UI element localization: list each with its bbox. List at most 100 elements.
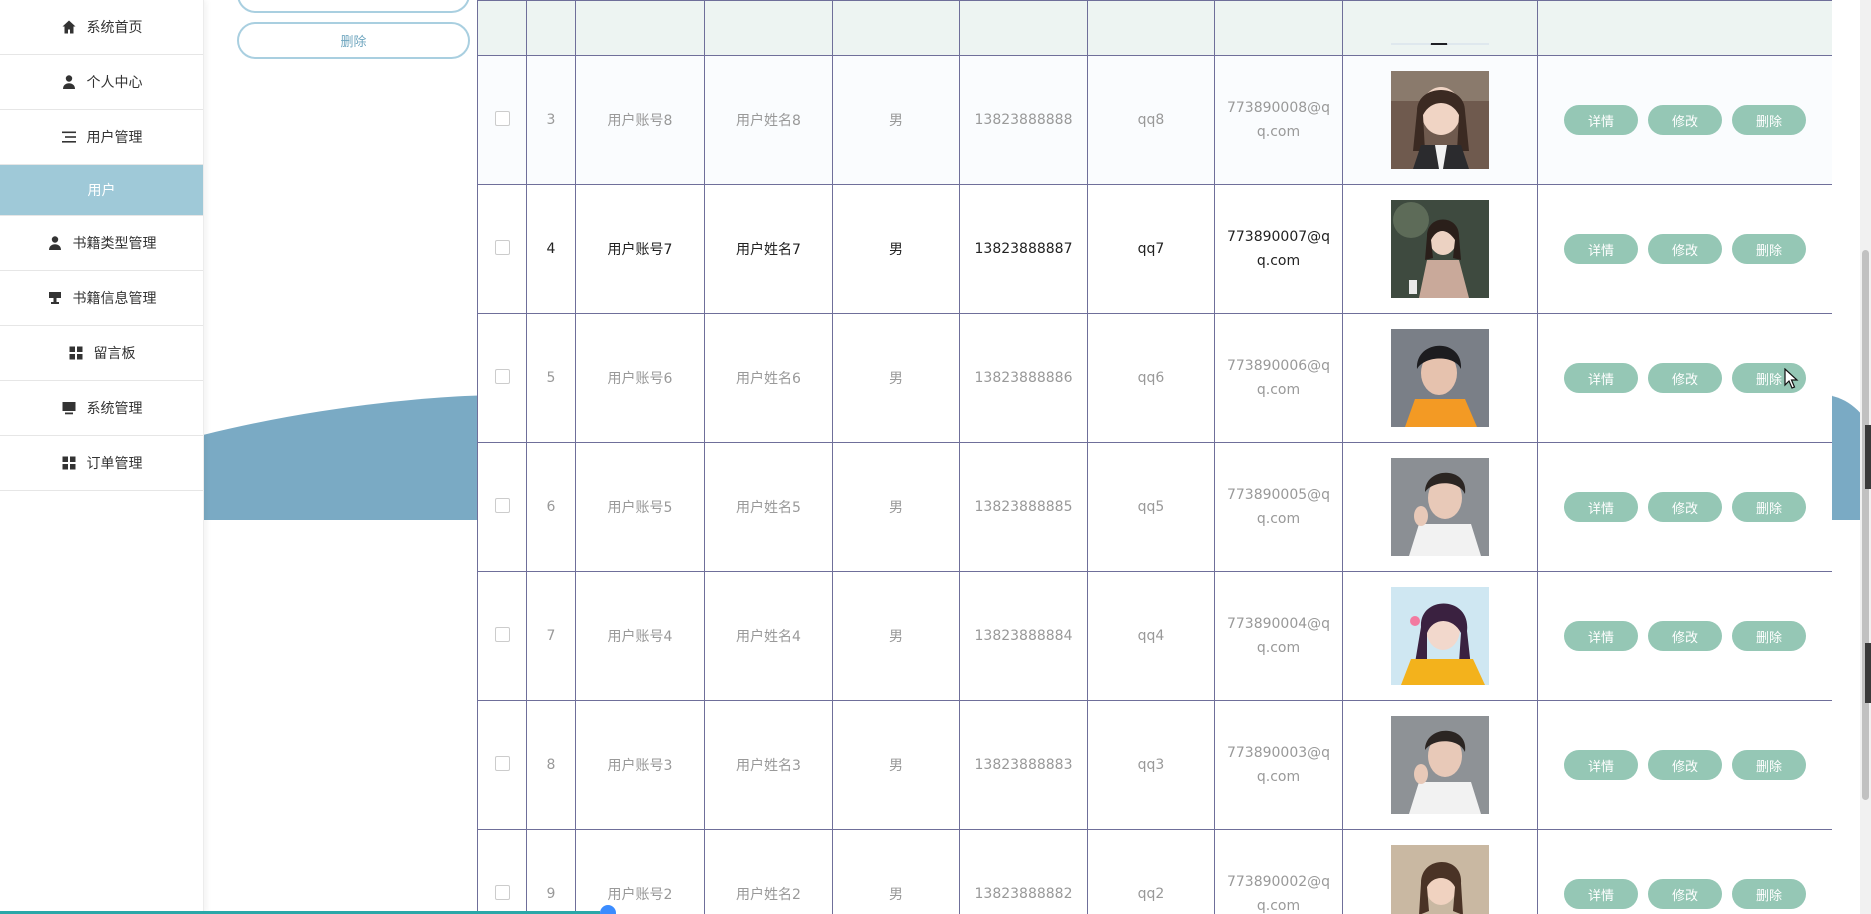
- row-checkbox[interactable]: [494, 110, 510, 126]
- detail-label: 详情: [1587, 501, 1614, 517]
- delete-button[interactable]: 删除: [1732, 621, 1806, 651]
- batch-delete-label: 删除: [340, 35, 367, 50]
- row-checkbox[interactable]: [494, 368, 510, 384]
- delete-label: 删除: [1755, 243, 1782, 259]
- mouse-cursor-icon: [1784, 367, 1800, 390]
- row-checkbox[interactable]: [494, 626, 510, 642]
- user-email: 773890008@qq.com: [1226, 100, 1331, 140]
- detail-button[interactable]: 详情: [1564, 879, 1638, 909]
- table-row: 9 用户账号2 用户姓名2 男 13823888882 qq2 77389000…: [477, 829, 1832, 914]
- user-phone: 13823888886: [959, 313, 1088, 443]
- edit-button[interactable]: 修改: [1648, 621, 1722, 651]
- sidebar-item-message-board[interactable]: 留言板: [0, 326, 203, 381]
- detail-button[interactable]: 详情: [1564, 105, 1638, 135]
- edit-label: 修改: [1671, 243, 1698, 259]
- table-row: 3 用户账号8 用户姓名8 男 13823888888 qq8 77389000…: [477, 55, 1832, 185]
- row-checkbox[interactable]: [494, 239, 510, 255]
- user-qq: qq5: [1087, 442, 1215, 572]
- drag-handle-dot[interactable]: [600, 905, 616, 914]
- grid-icon: [61, 455, 77, 471]
- user-email: 773890002@qq.com: [1226, 874, 1331, 914]
- sidebar-item-user[interactable]: 用户: [0, 165, 203, 216]
- user-table: 3 用户账号8 用户姓名8 男 13823888888 qq8 77389000…: [477, 0, 1832, 914]
- edit-label: 修改: [1671, 759, 1698, 775]
- table-row: 8 用户账号3 用户姓名3 男 13823888883 qq3 77389000…: [477, 700, 1832, 830]
- sidebar-item-book-info-management[interactable]: 书籍信息管理: [0, 271, 203, 326]
- sidebar-item-order-management[interactable]: 订单管理: [0, 436, 203, 491]
- avatar: [1391, 200, 1489, 298]
- user-gender: 男: [832, 55, 960, 185]
- detail-button[interactable]: 详情: [1564, 621, 1638, 651]
- avatar: [1391, 458, 1489, 556]
- monitor-icon: [61, 400, 77, 416]
- sidebar-item-label: 订单管理: [86, 456, 143, 472]
- delete-label: 删除: [1755, 630, 1782, 646]
- delete-button[interactable]: 删除: [1732, 750, 1806, 780]
- user-name: 用户姓名8: [704, 55, 833, 185]
- sidebar-item-label: 系统管理: [86, 401, 143, 417]
- sidebar-item-home[interactable]: 系统首页: [0, 0, 203, 55]
- row-index: 5: [526, 313, 576, 443]
- user-phone: 13823888885: [959, 442, 1088, 572]
- user-account: 用户账号5: [575, 442, 705, 572]
- batch-delete-button[interactable]: 删除: [237, 22, 470, 59]
- user-gender: 男: [832, 700, 960, 830]
- user-email: 773890005@qq.com: [1226, 487, 1331, 527]
- edit-button[interactable]: 修改: [1648, 879, 1722, 909]
- stamp-icon: [47, 290, 63, 306]
- edit-button[interactable]: 修改: [1648, 234, 1722, 264]
- sidebar-item-user-management[interactable]: 用户管理: [0, 110, 203, 165]
- user-name: 用户姓名6: [704, 313, 833, 443]
- scrollbar-thumb[interactable]: [1862, 250, 1869, 800]
- user-phone: 13823888884: [959, 571, 1088, 701]
- delete-button[interactable]: 删除: [1732, 234, 1806, 264]
- edit-label: 修改: [1671, 501, 1698, 517]
- edit-label: 修改: [1671, 372, 1698, 388]
- user-account: 用户账号7: [575, 184, 705, 314]
- list-icon: [61, 129, 77, 145]
- detail-button[interactable]: 详情: [1564, 750, 1638, 780]
- edit-button[interactable]: 修改: [1648, 105, 1722, 135]
- delete-button[interactable]: 删除: [1732, 105, 1806, 135]
- row-index: 6: [526, 442, 576, 572]
- user-name: 用户姓名2: [704, 829, 833, 914]
- user-qq: qq2: [1087, 829, 1215, 914]
- user-name: 用户姓名7: [704, 184, 833, 314]
- top-action-button[interactable]: [237, 0, 470, 13]
- user-gender: 男: [832, 571, 960, 701]
- user-qq: qq8: [1087, 55, 1215, 185]
- user-gender: 男: [832, 442, 960, 572]
- edit-button[interactable]: 修改: [1648, 750, 1722, 780]
- user-name: 用户姓名4: [704, 571, 833, 701]
- table-row-partial: [477, 0, 1832, 56]
- sidebar-item-label: 书籍信息管理: [72, 291, 157, 307]
- edit-button[interactable]: 修改: [1648, 363, 1722, 393]
- table-row: 4 用户账号7 用户姓名7 男 13823888887 qq7 77389000…: [477, 184, 1832, 314]
- user-gender: 男: [832, 313, 960, 443]
- sidebar-item-personal-center[interactable]: 个人中心: [0, 55, 203, 110]
- detail-button[interactable]: 详情: [1564, 492, 1638, 522]
- edit-button[interactable]: 修改: [1648, 492, 1722, 522]
- scroll-marker: [1865, 425, 1871, 489]
- home-icon: [61, 19, 77, 35]
- user-email: 773890004@qq.com: [1226, 616, 1331, 656]
- avatar: [1391, 587, 1489, 685]
- sidebar-item-system-management[interactable]: 系统管理: [0, 381, 203, 436]
- user-name: 用户姓名3: [704, 700, 833, 830]
- row-checkbox[interactable]: [494, 497, 510, 513]
- sidebar: 系统首页 个人中心 用户管理 用户 书籍类型管理 书籍信息管理 留言板 系统管理…: [0, 0, 204, 914]
- person-icon: [47, 235, 63, 251]
- detail-button[interactable]: 详情: [1564, 234, 1638, 264]
- row-checkbox[interactable]: [494, 755, 510, 771]
- user-name: 用户姓名5: [704, 442, 833, 572]
- avatar: [1391, 845, 1489, 914]
- user-phone: 13823888888: [959, 55, 1088, 185]
- edit-label: 修改: [1671, 630, 1698, 646]
- delete-button[interactable]: 删除: [1732, 492, 1806, 522]
- delete-button[interactable]: 删除: [1732, 879, 1806, 909]
- detail-button[interactable]: 详情: [1564, 363, 1638, 393]
- detail-label: 详情: [1587, 630, 1614, 646]
- row-checkbox[interactable]: [494, 884, 510, 900]
- user-email: 773890007@qq.com: [1226, 229, 1331, 269]
- sidebar-item-book-type-management[interactable]: 书籍类型管理: [0, 216, 203, 271]
